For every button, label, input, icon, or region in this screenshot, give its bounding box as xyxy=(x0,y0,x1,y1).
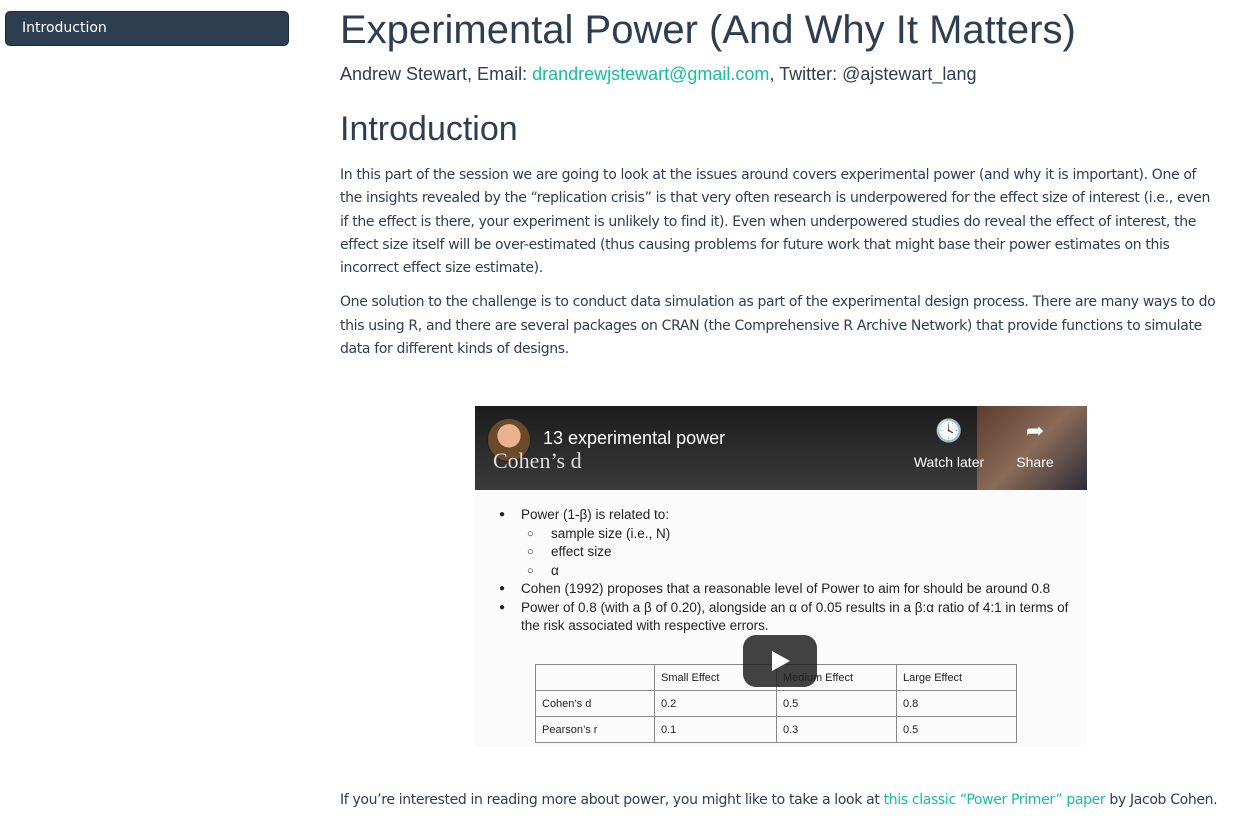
table-of-contents: Introduction xyxy=(5,11,289,46)
author-prefix: Andrew Stewart, Email: xyxy=(340,64,533,84)
slide-bullet: Power of 0.8 (with a β of 0.20), alongsi… xyxy=(499,599,1069,636)
table-cell: 0.8 xyxy=(896,690,1017,717)
table-header-cell: Large Effect xyxy=(896,664,1017,691)
further-reading-paragraph: If you’re interested in reading more abo… xyxy=(340,789,1222,812)
watch-later-button[interactable]: 🕓 Watch later xyxy=(909,418,989,470)
clock-icon: 🕓 xyxy=(935,419,963,444)
author-line: Andrew Stewart, Email: drandrewjstewart@… xyxy=(340,60,1222,88)
video-embed[interactable]: Cohen’s d 13 experimental power 🕓 Watch … xyxy=(475,406,1087,747)
slide-sub-bullet: sample size (i.e., N) xyxy=(499,525,1069,544)
table-cell: Pearson’s r xyxy=(535,716,655,743)
video-slide: Power (1-β) is related to: sample size (… xyxy=(475,490,1087,747)
page-title: Experimental Power (And Why It Matters) xyxy=(340,8,1076,52)
section-heading-introduction: Introduction xyxy=(340,110,518,148)
intro-paragraph-2: One solution to the challenge is to cond… xyxy=(340,294,1216,358)
video-title[interactable]: 13 experimental power xyxy=(543,428,725,449)
further-reading-prefix: If you’re interested in reading more abo… xyxy=(340,792,884,808)
table-cell: 0.2 xyxy=(654,690,777,717)
slide-bullet: Cohen (1992) proposes that a reasonable … xyxy=(499,580,1069,599)
table-row: Pearson’s r 0.1 0.3 0.5 xyxy=(535,716,1017,743)
share-arrow-icon: ➦ xyxy=(1025,419,1045,444)
watch-later-label: Watch later xyxy=(913,454,985,470)
slide-heading: Cohen’s d xyxy=(493,448,582,473)
table-row: Cohen’s d 0.2 0.5 0.8 xyxy=(535,690,1017,717)
table-cell: 0.1 xyxy=(654,716,777,743)
table-cell: 0.5 xyxy=(896,716,1017,743)
play-icon[interactable] xyxy=(743,635,817,687)
table-cell: 0.5 xyxy=(776,690,897,717)
intro-paragraph-1: In this part of the session we are going… xyxy=(340,167,1210,277)
slide-bullet: Power (1-β) is related to: xyxy=(499,506,1069,525)
table-header-cell xyxy=(535,664,655,691)
table-cell: Cohen’s d xyxy=(535,690,655,717)
email-link[interactable]: drandrewjstewart@gmail.com xyxy=(532,64,769,84)
toc-item-introduction[interactable]: Introduction xyxy=(5,11,289,46)
share-button[interactable]: ➦ Share xyxy=(995,418,1075,470)
further-reading-suffix: by Jacob Cohen. xyxy=(1105,792,1218,808)
power-primer-link[interactable]: this classic “Power Primer” paper xyxy=(884,792,1106,808)
table-cell: 0.3 xyxy=(776,716,897,743)
share-label: Share xyxy=(1016,454,1054,470)
video-header: Cohen’s d 13 experimental power 🕓 Watch … xyxy=(475,406,1087,490)
slide-sub-bullet: α xyxy=(499,562,1069,581)
slide-bullets: Power (1-β) is related to: sample size (… xyxy=(499,506,1069,636)
twitter-text: , Twitter: @ajstewart_lang xyxy=(769,64,977,84)
main-content: Experimental Power (And Why It Matters) … xyxy=(340,0,1222,361)
slide-sub-bullet: effect size xyxy=(499,543,1069,562)
